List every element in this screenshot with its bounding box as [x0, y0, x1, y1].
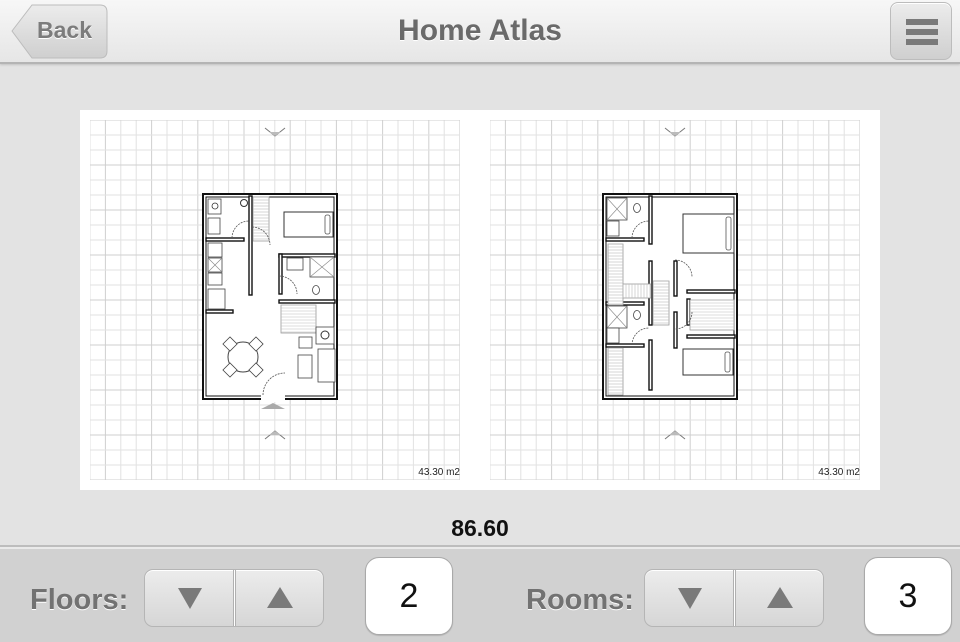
wall: [278, 253, 336, 258]
floor-plans-panel: 43.30 m2 43.30 m2: [80, 110, 880, 490]
rooms-decrease-button[interactable]: [645, 570, 733, 626]
menu-bar: [906, 19, 938, 25]
triangle-down-icon: [678, 588, 702, 609]
toilet: [312, 285, 320, 295]
wall: [686, 289, 736, 294]
fixture: [298, 336, 313, 349]
wall: [248, 195, 253, 296]
wall: [205, 237, 245, 242]
wall: [648, 195, 653, 245]
stairs: [652, 280, 670, 326]
wall: [605, 237, 645, 242]
fixture: [207, 217, 221, 235]
floors-decrease-button[interactable]: [145, 570, 233, 626]
total-area: 86.60: [451, 515, 509, 541]
fixture: [317, 348, 336, 383]
page-title: Home Atlas: [398, 14, 562, 47]
triangle-up-icon: [267, 587, 293, 608]
fixture: [207, 272, 223, 286]
wall: [686, 334, 736, 339]
entrance-gap: [261, 394, 285, 402]
nav-bar: Back Home Atlas: [0, 0, 960, 64]
floor-plan-ground-drawing: [90, 120, 460, 480]
floors-increase-button[interactable]: [236, 570, 323, 626]
floor-area-label: 43.30 m2: [418, 467, 460, 478]
compass-marker-icon: [269, 431, 281, 435]
rooms-stepper: [644, 569, 824, 627]
fixture: [207, 242, 223, 258]
toilet: [633, 203, 641, 213]
pillow: [724, 351, 731, 373]
wall: [673, 311, 678, 349]
bottom-toolbar: Floors: 2 Rooms: 3: [0, 545, 960, 642]
fixture: [207, 198, 222, 215]
floor-plan-upper-drawing: [490, 120, 860, 480]
rooms-label: Rooms:: [526, 584, 634, 616]
wall: [205, 309, 234, 314]
wall: [605, 343, 645, 348]
fixture: [297, 354, 313, 379]
menu-bar: [906, 29, 938, 35]
entrance-marker-icon: [261, 403, 285, 409]
pillow: [725, 216, 732, 251]
wall: [278, 253, 283, 295]
triangle-down-icon: [178, 588, 202, 609]
rooms-increase-button[interactable]: [736, 570, 823, 626]
fixture: [207, 288, 226, 310]
menu-button[interactable]: [890, 2, 952, 60]
triangle-up-icon: [767, 587, 793, 608]
stairs: [607, 347, 624, 396]
floor-area-label: 43.30 m2: [818, 467, 860, 478]
floors-value[interactable]: 2: [365, 557, 453, 635]
floor-plan-upper[interactable]: 43.30 m2: [490, 120, 860, 480]
water-heater: [240, 199, 248, 207]
fixture: [315, 326, 335, 345]
floor-plan-ground[interactable]: 43.30 m2: [90, 120, 460, 480]
fixture: [606, 220, 620, 237]
wall: [673, 260, 678, 297]
wall: [648, 339, 653, 391]
fixture: [606, 327, 620, 344]
floors-label: Floors:: [30, 584, 129, 616]
floors-stepper: [144, 569, 324, 627]
toilet: [633, 310, 641, 320]
rooms-value[interactable]: 3: [864, 557, 952, 635]
wall: [278, 299, 336, 304]
compass-marker-icon: [669, 431, 681, 435]
fixture: [286, 257, 304, 271]
menu-bar: [906, 39, 938, 45]
pillow: [324, 214, 331, 235]
